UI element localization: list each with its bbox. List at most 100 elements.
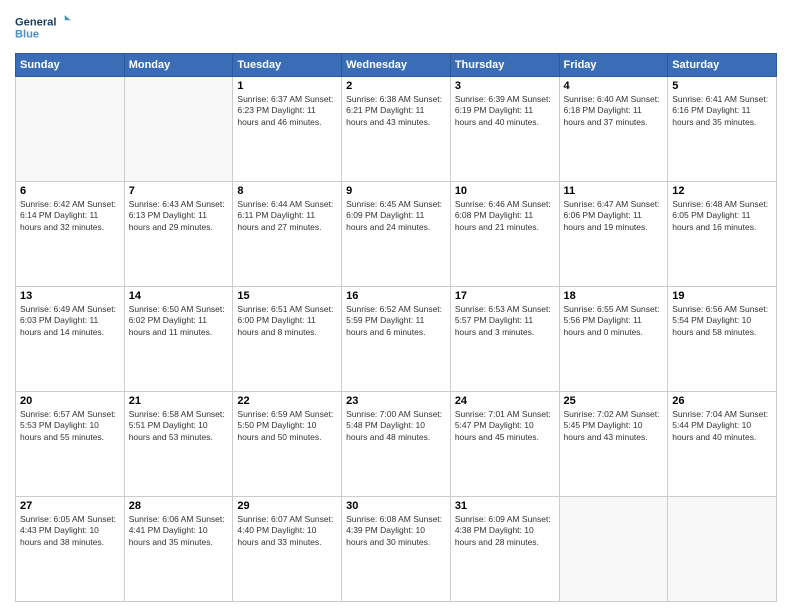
- day-number: 23: [346, 395, 446, 407]
- day-number: 18: [564, 290, 664, 302]
- page: General Blue SundayMondayTuesdayWednesda…: [0, 0, 792, 612]
- day-info: Sunrise: 6:43 AM Sunset: 6:13 PM Dayligh…: [129, 199, 229, 233]
- day-info: Sunrise: 6:55 AM Sunset: 5:56 PM Dayligh…: [564, 304, 664, 338]
- day-number: 12: [672, 185, 772, 197]
- calendar-cell: 7 Sunrise: 6:43 AM Sunset: 6:13 PM Daylig…: [124, 182, 233, 287]
- weekday-tuesday: Tuesday: [233, 54, 342, 77]
- day-number: 1: [237, 80, 337, 92]
- calendar-cell: 11Sunrise: 6:47 AM Sunset: 6:06 PM Dayli…: [559, 182, 668, 287]
- calendar-cell: 22 Sunrise: 6:59 AM Sunset: 5:50 PM Dayli…: [233, 392, 342, 497]
- calendar-cell: 12 Sunrise: 6:48 AM Sunset: 6:05 PM Dayli…: [668, 182, 777, 287]
- day-number: 10: [455, 185, 555, 197]
- calendar-cell: 31Sunrise: 6:09 AM Sunset: 4:38 PM Dayli…: [450, 497, 559, 602]
- day-number: 22: [237, 395, 337, 407]
- logo: General Blue: [15, 10, 75, 45]
- calendar-cell: [124, 77, 233, 182]
- weekday-thursday: Thursday: [450, 54, 559, 77]
- calendar-cell: 10 Sunrise: 6:46 AM Sunset: 6:08 PM Dayli…: [450, 182, 559, 287]
- day-number: 26: [672, 395, 772, 407]
- weekday-wednesday: Wednesday: [342, 54, 451, 77]
- day-info: Sunrise: 6:42 AM Sunset: 6:14 PM Dayligh…: [20, 199, 120, 233]
- day-number: 6: [20, 185, 120, 197]
- calendar-cell: 15 Sunrise: 6:51 AM Sunset: 6:00 PM Dayli…: [233, 287, 342, 392]
- calendar-cell: 30 Sunrise: 6:08 AM Sunset: 4:39 PM Dayli…: [342, 497, 451, 602]
- day-info: Sunrise: 6:56 AM Sunset: 5:54 PM Dayligh…: [672, 304, 772, 338]
- day-info: Sunrise: 6:07 AM Sunset: 4:40 PM Dayligh…: [237, 514, 337, 548]
- calendar-cell: 25 Sunrise: 7:02 AM Sunset: 5:45 PM Dayli…: [559, 392, 668, 497]
- calendar-table: SundayMondayTuesdayWednesdayThursdayFrid…: [15, 53, 777, 602]
- day-number: 28: [129, 500, 229, 512]
- day-info: Sunrise: 6:51 AM Sunset: 6:00 PM Dayligh…: [237, 304, 337, 338]
- calendar-cell: 2 Sunrise: 6:38 AM Sunset: 6:21 PM Daylig…: [342, 77, 451, 182]
- day-number: 7: [129, 185, 229, 197]
- day-info: Sunrise: 7:02 AM Sunset: 5:45 PM Dayligh…: [564, 409, 664, 443]
- day-info: Sunrise: 6:50 AM Sunset: 6:02 PM Dayligh…: [129, 304, 229, 338]
- day-info: Sunrise: 6:06 AM Sunset: 4:41 PM Dayligh…: [129, 514, 229, 548]
- calendar-cell: 24 Sunrise: 7:01 AM Sunset: 5:47 PM Dayli…: [450, 392, 559, 497]
- day-info: Sunrise: 6:59 AM Sunset: 5:50 PM Dayligh…: [237, 409, 337, 443]
- day-number: 27: [20, 500, 120, 512]
- calendar-cell: 4Sunrise: 6:40 AM Sunset: 6:18 PM Daylig…: [559, 77, 668, 182]
- day-info: Sunrise: 6:46 AM Sunset: 6:08 PM Dayligh…: [455, 199, 555, 233]
- day-number: 14: [129, 290, 229, 302]
- day-info: Sunrise: 6:49 AM Sunset: 6:03 PM Dayligh…: [20, 304, 120, 338]
- day-info: Sunrise: 7:01 AM Sunset: 5:47 PM Dayligh…: [455, 409, 555, 443]
- day-info: Sunrise: 6:58 AM Sunset: 5:51 PM Dayligh…: [129, 409, 229, 443]
- calendar-cell: 19 Sunrise: 6:56 AM Sunset: 5:54 PM Dayli…: [668, 287, 777, 392]
- day-info: Sunrise: 6:40 AM Sunset: 6:18 PM Dayligh…: [564, 94, 664, 128]
- header: General Blue: [15, 10, 777, 45]
- logo-svg: General Blue: [15, 10, 75, 45]
- calendar-cell: 16Sunrise: 6:52 AM Sunset: 5:59 PM Dayli…: [342, 287, 451, 392]
- calendar-cell: 14 Sunrise: 6:50 AM Sunset: 6:02 PM Dayli…: [124, 287, 233, 392]
- calendar-cell: 21Sunrise: 6:58 AM Sunset: 5:51 PM Dayli…: [124, 392, 233, 497]
- day-info: Sunrise: 6:45 AM Sunset: 6:09 PM Dayligh…: [346, 199, 446, 233]
- calendar-cell: 8 Sunrise: 6:44 AM Sunset: 6:11 PM Daylig…: [233, 182, 342, 287]
- day-info: Sunrise: 6:38 AM Sunset: 6:21 PM Dayligh…: [346, 94, 446, 128]
- day-info: Sunrise: 6:44 AM Sunset: 6:11 PM Dayligh…: [237, 199, 337, 233]
- calendar-cell: 3Sunrise: 6:39 AM Sunset: 6:19 PM Daylig…: [450, 77, 559, 182]
- calendar-cell: 26 Sunrise: 7:04 AM Sunset: 5:44 PM Dayli…: [668, 392, 777, 497]
- day-info: Sunrise: 6:37 AM Sunset: 6:23 PM Dayligh…: [237, 94, 337, 128]
- day-number: 15: [237, 290, 337, 302]
- day-number: 2: [346, 80, 446, 92]
- day-info: Sunrise: 6:53 AM Sunset: 5:57 PM Dayligh…: [455, 304, 555, 338]
- calendar-cell: 28 Sunrise: 6:06 AM Sunset: 4:41 PM Dayli…: [124, 497, 233, 602]
- day-number: 30: [346, 500, 446, 512]
- day-number: 17: [455, 290, 555, 302]
- weekday-monday: Monday: [124, 54, 233, 77]
- week-row-5: 27 Sunrise: 6:05 AM Sunset: 4:43 PM Dayli…: [16, 497, 777, 602]
- calendar-cell: 27 Sunrise: 6:05 AM Sunset: 4:43 PM Dayli…: [16, 497, 125, 602]
- day-info: Sunrise: 6:39 AM Sunset: 6:19 PM Dayligh…: [455, 94, 555, 128]
- day-info: Sunrise: 6:08 AM Sunset: 4:39 PM Dayligh…: [346, 514, 446, 548]
- day-number: 29: [237, 500, 337, 512]
- week-row-2: 6 Sunrise: 6:42 AM Sunset: 6:14 PM Daylig…: [16, 182, 777, 287]
- day-number: 24: [455, 395, 555, 407]
- day-info: Sunrise: 6:41 AM Sunset: 6:16 PM Dayligh…: [672, 94, 772, 128]
- calendar-cell: [668, 497, 777, 602]
- day-info: Sunrise: 6:48 AM Sunset: 6:05 PM Dayligh…: [672, 199, 772, 233]
- day-info: Sunrise: 7:04 AM Sunset: 5:44 PM Dayligh…: [672, 409, 772, 443]
- calendar-cell: 13 Sunrise: 6:49 AM Sunset: 6:03 PM Dayli…: [16, 287, 125, 392]
- day-number: 8: [237, 185, 337, 197]
- day-info: Sunrise: 6:57 AM Sunset: 5:53 PM Dayligh…: [20, 409, 120, 443]
- day-number: 19: [672, 290, 772, 302]
- calendar-cell: [559, 497, 668, 602]
- weekday-header-row: SundayMondayTuesdayWednesdayThursdayFrid…: [16, 54, 777, 77]
- calendar-cell: 29 Sunrise: 6:07 AM Sunset: 4:40 PM Dayli…: [233, 497, 342, 602]
- day-number: 25: [564, 395, 664, 407]
- calendar-cell: 6 Sunrise: 6:42 AM Sunset: 6:14 PM Daylig…: [16, 182, 125, 287]
- day-info: Sunrise: 6:05 AM Sunset: 4:43 PM Dayligh…: [20, 514, 120, 548]
- day-number: 9: [346, 185, 446, 197]
- svg-text:Blue: Blue: [15, 28, 39, 40]
- weekday-friday: Friday: [559, 54, 668, 77]
- day-number: 31: [455, 500, 555, 512]
- calendar-cell: 20Sunrise: 6:57 AM Sunset: 5:53 PM Dayli…: [16, 392, 125, 497]
- day-number: 13: [20, 290, 120, 302]
- calendar-cell: 9 Sunrise: 6:45 AM Sunset: 6:09 PM Daylig…: [342, 182, 451, 287]
- week-row-4: 20Sunrise: 6:57 AM Sunset: 5:53 PM Dayli…: [16, 392, 777, 497]
- week-row-1: 1 Sunrise: 6:37 AM Sunset: 6:23 PM Daylig…: [16, 77, 777, 182]
- calendar-cell: 5Sunrise: 6:41 AM Sunset: 6:16 PM Daylig…: [668, 77, 777, 182]
- week-row-3: 13 Sunrise: 6:49 AM Sunset: 6:03 PM Dayli…: [16, 287, 777, 392]
- svg-text:General: General: [15, 16, 56, 28]
- day-info: Sunrise: 6:47 AM Sunset: 6:06 PM Dayligh…: [564, 199, 664, 233]
